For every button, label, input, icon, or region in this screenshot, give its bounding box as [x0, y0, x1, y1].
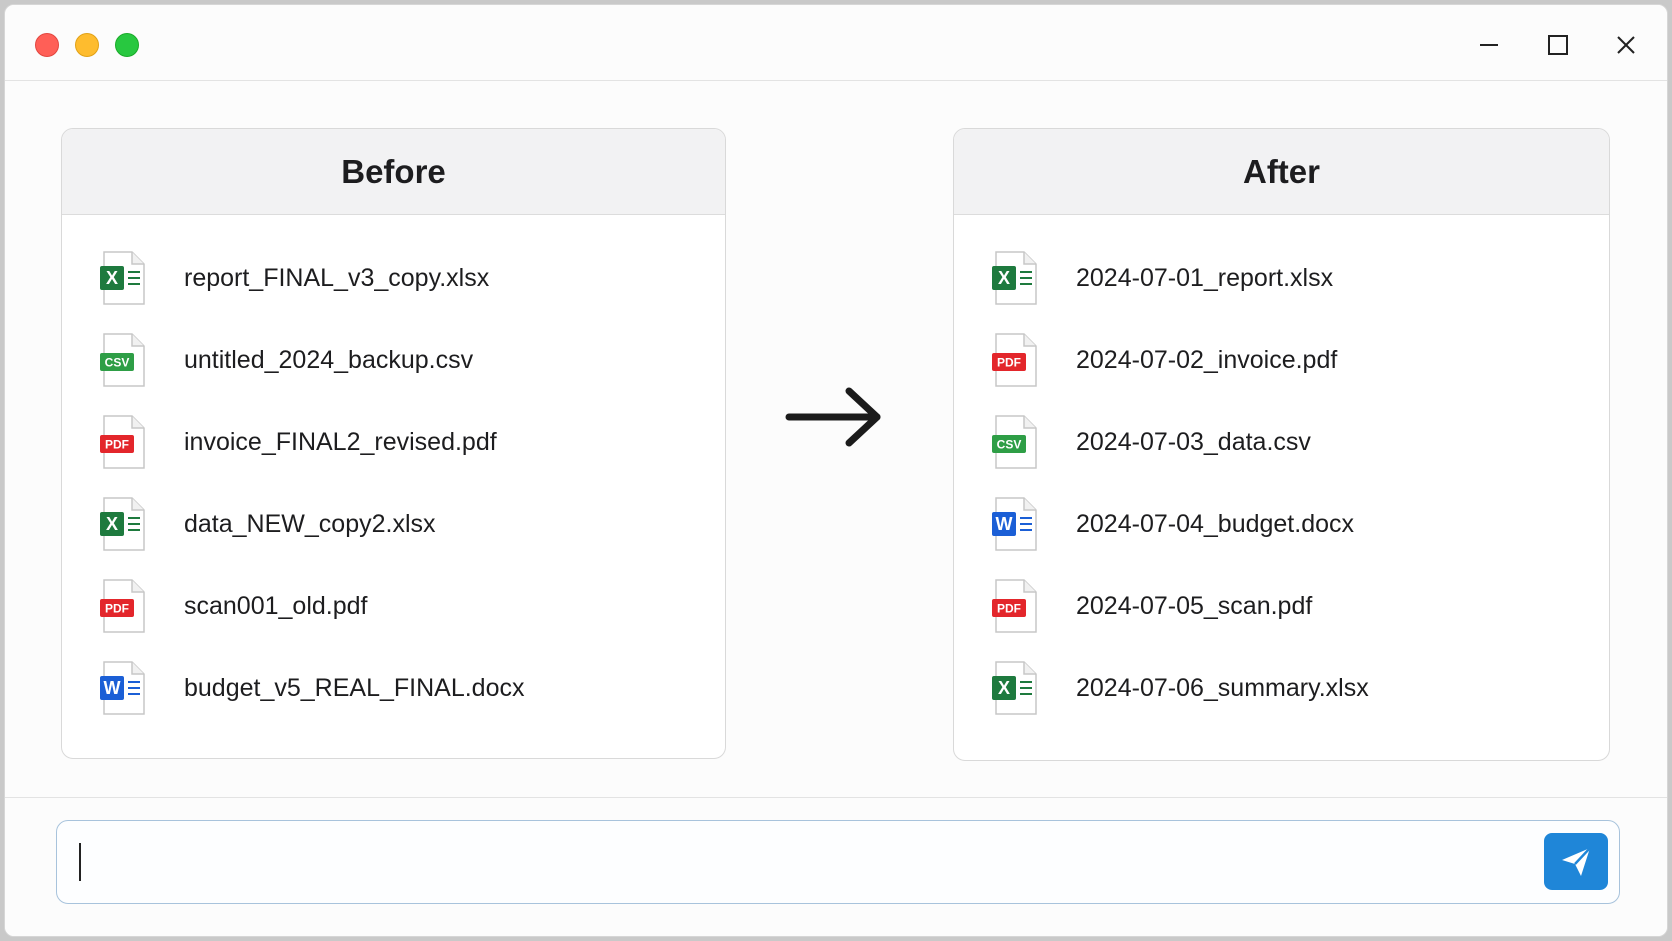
send-icon	[1562, 846, 1591, 876]
excel-file-icon: X	[992, 250, 1042, 306]
file-name: 2024-07-05_scan.pdf	[1076, 591, 1313, 620]
pdf-file-icon: PDF	[100, 578, 150, 634]
arrow-right-icon	[785, 387, 881, 447]
after-file-item[interactable]: CSV 2024-07-03_data.csv	[954, 401, 1609, 483]
file-name: 2024-07-04_budget.docx	[1076, 509, 1355, 538]
chat-input-container	[56, 820, 1620, 904]
file-name: scan001_old.pdf	[184, 591, 368, 620]
csv-file-icon: CSV	[992, 414, 1042, 470]
excel-file-icon: X	[100, 496, 150, 552]
excel-file-icon: X	[100, 250, 150, 306]
before-file-item[interactable]: Xdata_NEW_copy2.xlsx	[62, 483, 725, 565]
file-badge-label: X	[106, 514, 118, 534]
send-button[interactable]	[1544, 833, 1608, 890]
before-file-item[interactable]: PDF invoice_FINAL2_revised.pdf	[62, 401, 725, 483]
comparison-area: Before Xreport_FINAL_v3_copy.xlsx CSV unti…	[5, 82, 1667, 797]
after-file-item[interactable]: PDF 2024-07-05_scan.pdf	[954, 565, 1609, 647]
before-panel: Before Xreport_FINAL_v3_copy.xlsx CSV unti…	[61, 128, 726, 759]
before-panel-title: Before	[62, 129, 725, 215]
pdf-file-icon: PDF	[992, 332, 1042, 388]
before-file-item[interactable]: PDF scan001_old.pdf	[62, 565, 725, 647]
maximize-button[interactable]	[1542, 29, 1574, 61]
file-name: budget_v5_REAL_FINAL.docx	[184, 673, 525, 702]
pdf-file-icon: PDF	[992, 578, 1042, 634]
file-name: 2024-07-06_summary.xlsx	[1076, 673, 1369, 702]
close-icon	[1617, 36, 1635, 54]
file-badge-label: PDF	[105, 602, 129, 616]
after-file-list: X 2024-07-01_report.xlsx PDF 2024-07-02_inv…	[954, 215, 1609, 729]
file-badge-label: X	[998, 678, 1010, 698]
file-badge-label: CSV	[105, 356, 130, 370]
maximize-icon	[1548, 35, 1568, 55]
chat-bar	[5, 797, 1667, 936]
traffic-close-button[interactable]	[35, 33, 59, 57]
before-file-item[interactable]: CSV untitled_2024_backup.csv	[62, 319, 725, 401]
app-window: Before Xreport_FINAL_v3_copy.xlsx CSV unti…	[4, 4, 1668, 937]
file-name: untitled_2024_backup.csv	[184, 345, 474, 374]
file-badge-label: PDF	[997, 602, 1021, 616]
file-badge-label: PDF	[105, 438, 129, 452]
file-badge-label: X	[106, 268, 118, 288]
minimize-button[interactable]	[1473, 29, 1505, 61]
word-file-icon: W	[100, 660, 150, 716]
after-file-item[interactable]: PDF 2024-07-02_invoice.pdf	[954, 319, 1609, 401]
minimize-icon	[1480, 44, 1498, 46]
after-file-item[interactable]: W 2024-07-04_budget.docx	[954, 483, 1609, 565]
after-file-item[interactable]: X 2024-07-01_report.xlsx	[954, 237, 1609, 319]
file-badge-label: W	[996, 514, 1013, 534]
chat-input[interactable]	[75, 833, 1515, 891]
after-file-item[interactable]: X 2024-07-06_summary.xlsx	[954, 647, 1609, 729]
file-badge-label: PDF	[997, 356, 1021, 370]
close-button[interactable]	[1610, 29, 1642, 61]
file-badge-label: X	[998, 268, 1010, 288]
after-panel: After X 2024-07-01_report.xlsx PDF 2024-07-…	[953, 128, 1610, 761]
file-name: 2024-07-03_data.csv	[1076, 427, 1311, 456]
word-file-icon: W	[992, 496, 1042, 552]
file-name: report_FINAL_v3_copy.xlsx	[184, 263, 490, 292]
before-file-item[interactable]: Wbudget_v5_REAL_FINAL.docx	[62, 647, 725, 729]
text-caret	[79, 843, 81, 881]
file-name: data_NEW_copy2.xlsx	[184, 509, 436, 538]
before-file-item[interactable]: Xreport_FINAL_v3_copy.xlsx	[62, 237, 725, 319]
after-panel-title: After	[954, 129, 1609, 215]
csv-file-icon: CSV	[100, 332, 150, 388]
file-badge-label: CSV	[997, 438, 1022, 452]
file-name: invoice_FINAL2_revised.pdf	[184, 427, 497, 456]
before-file-list: Xreport_FINAL_v3_copy.xlsx CSV untitled_20…	[62, 215, 725, 729]
pdf-file-icon: PDF	[100, 414, 150, 470]
title-bar	[5, 5, 1667, 81]
traffic-minimize-button[interactable]	[75, 33, 99, 57]
excel-file-icon: X	[992, 660, 1042, 716]
traffic-maximize-button[interactable]	[115, 33, 139, 57]
file-badge-label: W	[104, 678, 121, 698]
file-name: 2024-07-02_invoice.pdf	[1076, 345, 1338, 374]
file-name: 2024-07-01_report.xlsx	[1076, 263, 1334, 292]
